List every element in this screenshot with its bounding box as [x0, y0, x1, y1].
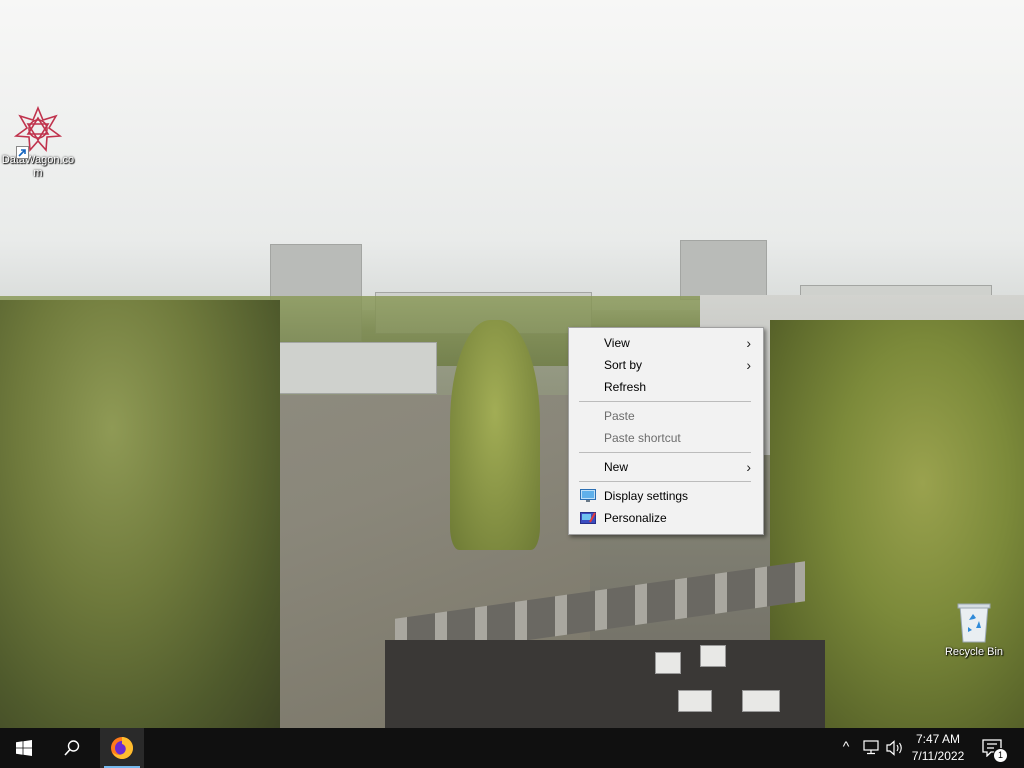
- menu-item-label: Display settings: [604, 489, 689, 503]
- menu-item-sort-by[interactable]: Sort by ›: [571, 354, 761, 376]
- recycle-bin-icon: [957, 603, 991, 643]
- wallpaper-roof-vent: [655, 652, 681, 674]
- menu-item-label: Paste shortcut: [604, 431, 681, 445]
- submenu-arrow-icon: ›: [746, 357, 751, 373]
- desktop-icon-datawagon[interactable]: DataWagon.com: [0, 106, 76, 180]
- submenu-arrow-icon: ›: [746, 335, 751, 351]
- menu-item-personalize[interactable]: Personalize: [571, 507, 761, 529]
- search-icon: [64, 740, 80, 756]
- wallpaper-trees-left: [0, 300, 280, 728]
- menu-item-label: Paste: [604, 409, 635, 423]
- menu-separator: [579, 481, 751, 482]
- windows-start-icon: [16, 740, 32, 756]
- wallpaper-sky: [0, 0, 1024, 310]
- clock[interactable]: 7:47 AM 7/11/2022: [905, 731, 971, 767]
- desktop-wallpaper[interactable]: [0, 0, 1024, 728]
- tray-chevron-icon[interactable]: ^: [838, 738, 854, 754]
- desktop-icon-label: Recycle Bin: [944, 646, 1004, 658]
- shortcut-arrow-icon: [16, 146, 29, 159]
- menu-item-label: View: [604, 336, 630, 350]
- menu-item-label: New: [604, 460, 629, 474]
- wallpaper-low-building: [255, 342, 437, 394]
- wallpaper-roof-vent: [700, 645, 726, 667]
- clock-time: 7:47 AM: [915, 732, 961, 746]
- wallpaper-tree-center: [450, 320, 540, 550]
- firefox-icon: [111, 737, 133, 759]
- menu-item-view[interactable]: View ›: [571, 332, 761, 354]
- menu-item-paste-shortcut[interactable]: Paste shortcut: [571, 427, 761, 449]
- start-button[interactable]: [0, 728, 48, 768]
- menu-item-new[interactable]: New ›: [571, 456, 761, 478]
- desktop-context-menu: View › Sort by › Refresh Paste Paste sho…: [568, 327, 764, 535]
- menu-item-label: Refresh: [604, 380, 647, 394]
- wallpaper-roof: [385, 640, 825, 728]
- menu-separator: [579, 452, 751, 453]
- wallpaper-roof-vent: [742, 690, 780, 712]
- display-settings-icon: [580, 489, 596, 502]
- menu-separator: [579, 401, 751, 402]
- personalize-icon: [580, 512, 596, 524]
- volume-icon[interactable]: [886, 740, 904, 756]
- menu-item-display-settings[interactable]: Display settings: [571, 485, 761, 507]
- notification-count-badge: 1: [993, 748, 1008, 763]
- menu-item-label: Personalize: [604, 511, 667, 525]
- taskbar: ^ 7:47 AM 7/11/2022: [0, 728, 1024, 768]
- menu-item-refresh[interactable]: Refresh: [571, 376, 761, 398]
- search-button[interactable]: [48, 728, 96, 768]
- desktop-icon-recycle-bin[interactable]: Recycle Bin: [936, 600, 1012, 659]
- taskbar-app-firefox[interactable]: [100, 728, 144, 768]
- wallpaper-roof-vent: [678, 690, 712, 712]
- desktop-icon-label: DataWagon.com: [1, 154, 75, 179]
- menu-item-label: Sort by: [604, 358, 643, 372]
- network-icon[interactable]: [862, 740, 880, 756]
- wallpaper-tower-right: [680, 240, 767, 300]
- menu-item-paste[interactable]: Paste: [571, 405, 761, 427]
- clock-date: 7/11/2022: [911, 749, 965, 763]
- submenu-arrow-icon: ›: [746, 459, 751, 475]
